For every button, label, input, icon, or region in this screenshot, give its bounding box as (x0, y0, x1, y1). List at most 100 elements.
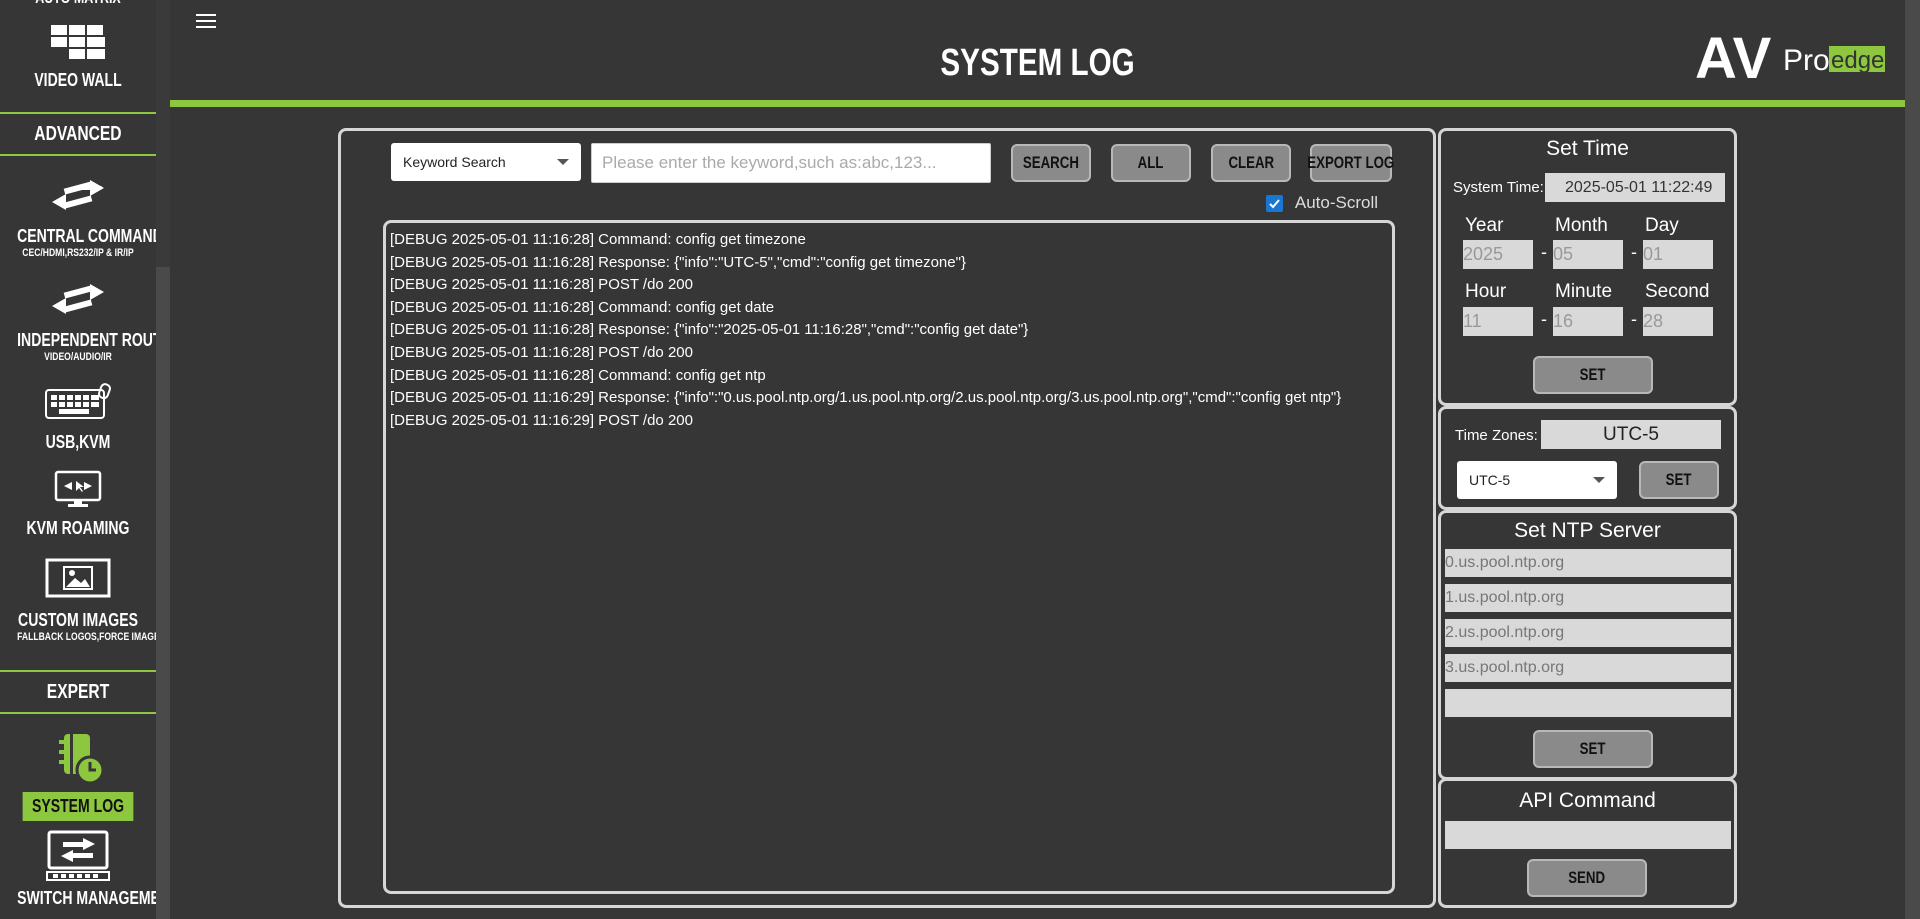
sidebar-item-label: SYSTEM LOG (22, 792, 134, 821)
sidebar-item-sublabel: FALLBACK LOGOS,FORCE IMAGES (17, 631, 156, 643)
page-scrollbar[interactable] (1905, 0, 1920, 919)
set-time-zone-button[interactable]: SET (1639, 461, 1719, 499)
second-label: Second (1645, 281, 1710, 302)
sidebar-item-label: VIDEO WALL (34, 70, 122, 90)
sidebar-item-switch-management[interactable]: SWITCH MANAGEMENT (0, 830, 156, 909)
clear-button-label: CLEAR (1228, 153, 1274, 172)
set-ntp-button-label: SET (1580, 739, 1606, 758)
clear-button[interactable]: CLEAR (1211, 144, 1291, 182)
export-log-button[interactable]: EXPORT LOG (1307, 144, 1395, 182)
sidebar-item-label: CUSTOM IMAGES (18, 610, 138, 630)
log-line: [DEBUG 2025-05-01 11:16:28] Command: con… (390, 366, 766, 384)
sidebar-item-independent-routing[interactable]: INDEPENDENT ROUTING VIDEO/AUDIO/IR (0, 280, 156, 363)
api-title: API Command (1519, 789, 1656, 812)
sidebar-item-central-command[interactable]: CENTRAL COMMAND CEC/HDMI,RS232/IP & IR/I… (0, 176, 156, 259)
sidebar-item-label: USB,KVM (45, 432, 111, 452)
sidebar-item-video-wall[interactable]: VIDEO WALL (0, 24, 156, 91)
set-ntp-button[interactable]: SET (1533, 730, 1653, 768)
logo-edge-text: edge (1831, 47, 1884, 74)
ntp-server-input[interactable]: 3.us.pool.ntp.org (1445, 654, 1731, 682)
ntp-server-input[interactable]: 1.us.pool.ntp.org (1445, 584, 1731, 612)
sidebar-item-label: KVM ROAMING (26, 518, 130, 538)
section-expert: EXPERT (0, 670, 156, 714)
send-api-button[interactable]: SEND (1527, 859, 1647, 897)
video-wall-icon (51, 25, 105, 59)
time-separator: - (1541, 309, 1547, 329)
double-arrow-icon (52, 284, 104, 314)
time-zone-current: UTC-5 (1541, 420, 1721, 449)
sidebar-item-label: CENTRAL COMMAND (17, 226, 156, 246)
api-command-panel: API Command SEND (1438, 778, 1737, 908)
log-line: [DEBUG 2025-05-01 11:16:28] POST /do 200 (390, 276, 693, 294)
auto-scroll-checkbox[interactable]: Auto-Scroll (1265, 193, 1378, 213)
page-title: SYSTEM LOG (170, 42, 1905, 85)
date-separator: - (1631, 242, 1637, 262)
keyword-search-input[interactable] (591, 143, 991, 183)
ntp-server-panel: Set NTP Server 0.us.pool.ntp.org 1.us.po… (1438, 510, 1737, 780)
year-input[interactable]: 2025 (1463, 240, 1533, 269)
set-time-button[interactable]: SET (1533, 356, 1653, 394)
sidebar-item-auto-matrix[interactable]: AUTO MATRIX (0, 0, 156, 8)
sidebar-scrollbar-thumb[interactable] (156, 0, 170, 267)
section-advanced: ADVANCED (0, 112, 156, 156)
time-separator: - (1631, 309, 1637, 329)
minute-label: Minute (1555, 281, 1613, 302)
month-input[interactable]: 05 (1553, 240, 1623, 269)
second-input[interactable]: 28 (1643, 307, 1713, 336)
search-button[interactable]: SEARCH (1011, 144, 1091, 182)
year-label: Year (1465, 215, 1504, 236)
time-zone-select-value: UTC-5 (1469, 472, 1511, 488)
log-clock-icon (59, 734, 105, 784)
sidebar-item-label: SWITCH MANAGEMENT (17, 888, 156, 908)
sidebar-item-kvm-roaming[interactable]: KVM ROAMING (0, 470, 156, 539)
hour-input[interactable]: 11 (1463, 307, 1533, 336)
ntp-title: Set NTP Server (1514, 519, 1661, 542)
set-time-title: Set Time (1546, 137, 1629, 160)
log-line: [DEBUG 2025-05-01 11:16:29] Response: {"… (390, 389, 1342, 407)
sidebar-item-usb-kvm[interactable]: USB,KVM (0, 382, 156, 453)
all-button-label: ALL (1138, 153, 1164, 172)
all-button[interactable]: ALL (1111, 144, 1191, 182)
auto-scroll-label: Auto-Scroll (1294, 193, 1378, 212)
header-accent-bar (170, 100, 1905, 107)
day-input[interactable]: 01 (1643, 240, 1713, 269)
log-line: [DEBUG 2025-05-01 11:16:29] POST /do 200 (390, 411, 693, 429)
sidebar-item-label: AUTO MATRIX (17, 0, 139, 8)
section-label: EXPERT (46, 680, 110, 703)
minute-input[interactable]: 16 (1553, 307, 1623, 336)
log-output[interactable]: [DEBUG 2025-05-01 11:16:28] Command: con… (383, 220, 1395, 894)
log-line: [DEBUG 2025-05-01 11:16:28] Response: {"… (390, 321, 1029, 339)
page-title-text: SYSTEM LOG (940, 42, 1135, 84)
log-line: [DEBUG 2025-05-01 11:16:28] Command: con… (390, 298, 775, 316)
logo-av-text: AV (1695, 26, 1772, 86)
header: SYSTEM LOG AV Pro edge (170, 0, 1905, 102)
search-button-label: SEARCH (1022, 153, 1079, 172)
sidebar-item-sublabel: CEC/HDMI,RS232/IP & IR/IP (22, 247, 134, 259)
switch-icon (46, 830, 110, 881)
checkbox-checked-icon (1265, 194, 1283, 212)
time-zones-label: Time Zones: (1455, 427, 1538, 444)
image-icon (45, 558, 111, 598)
caret-down-icon (557, 159, 569, 165)
hamburger-menu-icon[interactable] (196, 10, 220, 30)
ntp-server-input[interactable] (1445, 689, 1731, 717)
sidebar-item-system-log[interactable]: SYSTEM LOG (0, 732, 156, 821)
api-command-input[interactable] (1445, 821, 1731, 849)
filter-select[interactable]: Keyword Search (391, 143, 581, 181)
set-time-button-label: SET (1580, 365, 1606, 384)
date-separator: - (1541, 242, 1547, 262)
system-time-label: System Time: (1453, 179, 1544, 196)
caret-down-icon (1593, 477, 1605, 483)
export-log-button-label: EXPORT LOG (1307, 153, 1395, 172)
sidebar-item-label: INDEPENDENT ROUTING (17, 330, 156, 350)
sidebar-item-custom-images[interactable]: CUSTOM IMAGES FALLBACK LOGOS,FORCE IMAGE… (0, 558, 156, 643)
log-line: [DEBUG 2025-05-01 11:16:28] Command: con… (390, 231, 806, 248)
hour-label: Hour (1465, 281, 1507, 302)
ntp-server-input[interactable]: 0.us.pool.ntp.org (1445, 549, 1731, 577)
keyboard-mouse-icon (45, 383, 111, 419)
log-line: [DEBUG 2025-05-01 11:16:28] POST /do 200 (390, 343, 693, 361)
ntp-server-input[interactable]: 2.us.pool.ntp.org (1445, 619, 1731, 647)
time-zone-select[interactable]: UTC-5 (1457, 461, 1617, 499)
logo-pro-text: Pro (1783, 44, 1830, 77)
filter-select-value: Keyword Search (403, 154, 506, 170)
